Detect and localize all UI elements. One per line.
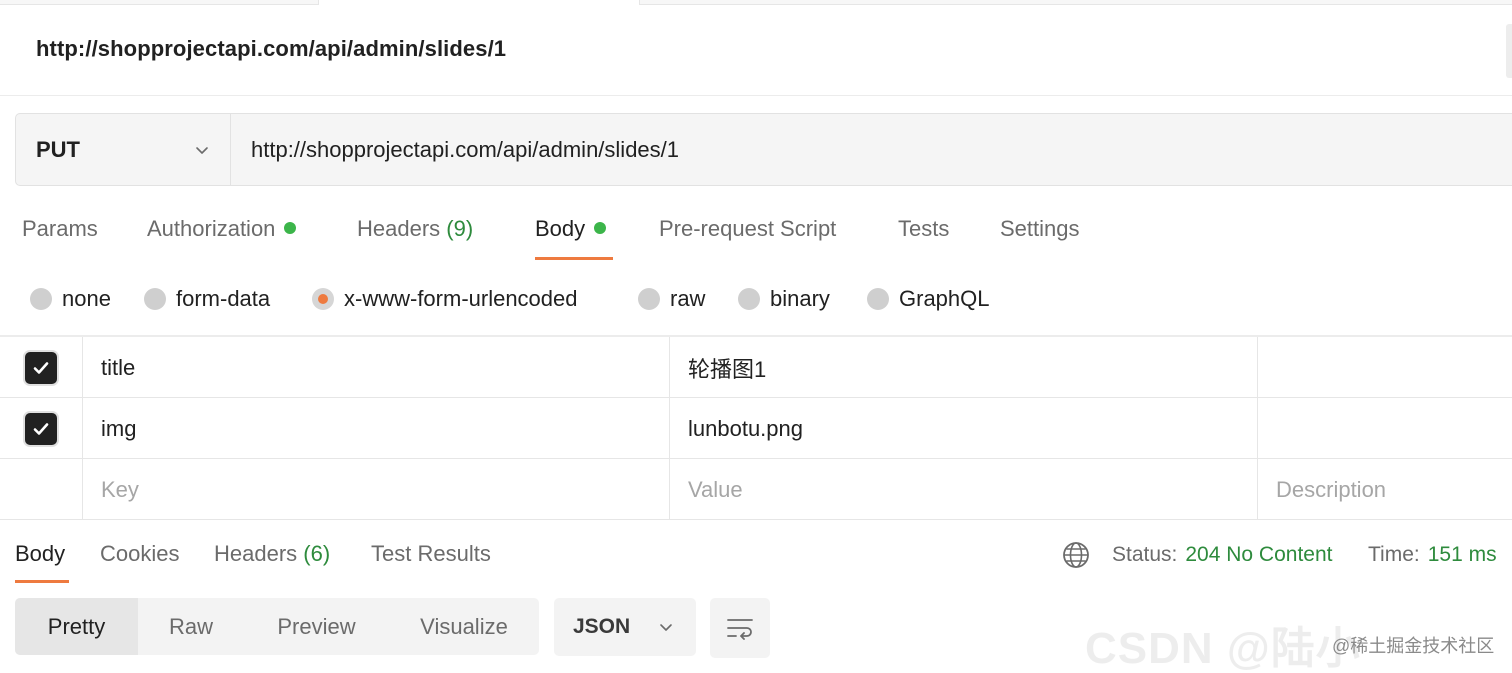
time-label: Time: [1368,543,1420,566]
body-type-none-label: none [62,286,111,311]
radio-icon [738,288,760,310]
body-active-dot [594,222,607,234]
chevron-down-icon [660,624,672,631]
request-tabs: Params Authorization Headers (9) Body Pr… [0,200,1512,262]
format-select[interactable]: JSON [554,598,696,656]
check-icon [33,361,49,374]
description-input[interactable]: Description [1258,459,1512,520]
top-tab-previous[interactable] [0,0,318,5]
method-label: PUT [36,136,80,162]
tab-pre-request-script[interactable]: Pre-request Script [659,216,836,242]
auth-active-dot [284,222,297,234]
body-type-raw[interactable]: raw [638,284,705,314]
view-raw-button[interactable]: Raw [138,598,244,655]
row-checkbox-cell [0,398,83,459]
tab-authorization[interactable]: Authorization [147,216,297,242]
body-type-form-data-label: form-data [176,286,271,311]
key-input[interactable]: Key [83,459,670,520]
globe-icon[interactable] [1062,541,1090,569]
body-type-raw-label: raw [670,286,706,311]
view-visualize-button[interactable]: Visualize [389,598,539,655]
body-type-radio-group: none form-data x-www-form-urlencoded raw… [30,284,1510,314]
save-button-edge[interactable] [1506,24,1512,78]
body-type-graphql[interactable]: GraphQL [867,284,990,314]
row-checkbox-cell [0,337,83,398]
tab-headers[interactable]: Headers (9) [357,216,473,242]
url-bar: PUT http://shopprojectapi.com/api/admin/… [15,113,1512,186]
row-checkbox[interactable] [25,412,57,445]
view-preview-button[interactable]: Preview [244,598,389,655]
body-type-binary-label: binary [770,286,830,311]
key-cell[interactable]: title [83,337,670,398]
params-table: title 轮播图1 img lunbotu.png Key Value Des… [0,337,1512,520]
radio-icon [867,288,889,310]
url-input[interactable]: http://shopprojectapi.com/api/admin/slid… [231,114,1512,185]
table-row: title 轮播图1 [0,337,1512,398]
request-title[interactable]: http://shopprojectapi.com/api/admin/slid… [36,36,506,62]
tab-params[interactable]: Params [22,216,98,242]
title-divider [0,95,1512,96]
status-label: Status: [1112,543,1178,566]
radio-icon [638,288,660,310]
description-cell[interactable] [1258,337,1512,398]
row-checkbox-cell [0,459,83,520]
headers-count: (9) [446,216,474,241]
radio-icon [144,288,166,310]
response-tab-cookies[interactable]: Cookies [100,541,179,567]
response-active-underline [15,580,69,583]
body-type-urlencoded-label: x-www-form-urlencoded [344,286,578,311]
watermark-main: CSDN @陆小 [1085,624,1361,673]
response-headers-count: (6) [303,541,331,566]
description-cell[interactable] [1258,398,1512,459]
time-value[interactable]: 151 ms [1428,543,1497,567]
wrap-lines-button[interactable] [710,598,770,658]
tab-body[interactable]: Body [535,216,607,242]
top-tab-strip [0,0,1512,6]
chevron-down-icon [196,146,208,154]
body-type-urlencoded[interactable]: x-www-form-urlencoded [312,284,578,314]
body-type-graphql-label: GraphQL [899,286,990,311]
body-type-form-data[interactable]: form-data [144,284,270,314]
active-tab-underline [535,257,613,260]
tab-headers-label: Headers [357,216,441,241]
response-time: Time: 151 ms [1368,540,1497,570]
radio-selected-icon [312,288,334,310]
key-cell[interactable]: img [83,398,670,459]
value-cell[interactable]: 轮播图1 [670,337,1258,398]
body-type-none[interactable]: none [30,284,111,314]
method-select[interactable]: PUT [16,114,231,185]
view-pretty-button[interactable]: Pretty [15,598,138,655]
radio-icon [30,288,52,310]
response-tab-body[interactable]: Body [15,541,65,567]
response-status: Status: 204 No Content [1112,540,1332,570]
value-input[interactable]: Value [670,459,1258,520]
top-tab-active[interactable] [318,0,640,5]
watermark-sub: @稀土掘金技术社区 [1332,636,1495,656]
response-tab-headers-label: Headers [214,541,298,566]
table-row-empty: Key Value Description [0,459,1512,520]
body-type-binary[interactable]: binary [738,284,830,314]
view-mode-group: Pretty Raw Preview Visualize [15,598,539,655]
row-checkbox[interactable] [25,351,57,384]
response-tab-headers[interactable]: Headers (6) [214,541,330,567]
value-cell[interactable]: lunbotu.png [670,398,1258,459]
tab-settings[interactable]: Settings [1000,216,1080,242]
tab-authorization-label: Authorization [147,216,276,241]
check-icon [33,422,49,435]
table-row: img lunbotu.png [0,398,1512,459]
tab-body-label: Body [535,216,586,241]
top-tab-next[interactable] [640,0,1512,5]
status-value[interactable]: 204 No Content [1185,543,1332,567]
tab-tests[interactable]: Tests [898,216,949,242]
format-label: JSON [573,615,631,638]
wrap-lines-icon [727,619,753,640]
response-tab-test-results[interactable]: Test Results [371,541,491,567]
